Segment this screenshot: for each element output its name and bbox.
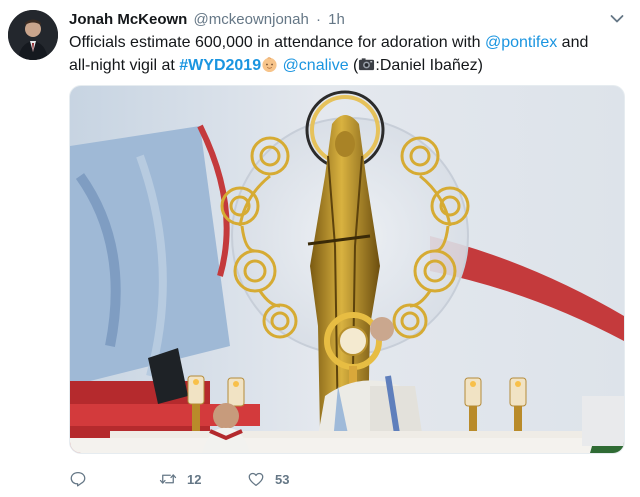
tweet-header: Jonah McKeown @mckeownjonah · 1h (69, 10, 620, 30)
reply-icon (70, 471, 86, 487)
tweet-text-part: ( (348, 57, 359, 74)
mention-pontifex[interactable]: @pontifex (485, 34, 557, 51)
tweet-text-part: Officials estimate 600,000 in attendance… (69, 34, 485, 51)
timestamp[interactable]: 1h (328, 11, 345, 28)
retweet-button[interactable]: 12 (159, 468, 201, 490)
like-button[interactable]: 53 (247, 468, 289, 490)
tweet-actions: 12 53 (69, 468, 469, 490)
heart-icon (248, 472, 264, 487)
like-count: 53 (275, 471, 290, 487)
baby-face-emoji (262, 57, 277, 73)
mention-cnalive[interactable]: @cnalive (283, 57, 349, 74)
tweet-text: Officials estimate 600,000 in attendance… (69, 31, 614, 77)
tweet-text-part: :Daniel Ibañez) (375, 57, 484, 74)
camera-emoji (359, 58, 375, 71)
chevron-down-icon[interactable] (610, 14, 624, 24)
retweet-icon (159, 474, 177, 484)
author-handle[interactable]: @mckeownjonah (194, 11, 309, 28)
separator: · (316, 11, 321, 28)
hashtag-wyd2019[interactable]: #WYD2019 (179, 57, 261, 74)
avatar[interactable] (8, 10, 58, 60)
photo-adoration-scene (70, 86, 624, 453)
author-name[interactable]: Jonah McKeown (69, 11, 187, 28)
reply-button[interactable] (69, 468, 97, 490)
tweet: Jonah McKeown @mckeownjonah · 1h Officia… (0, 0, 640, 497)
retweet-count: 12 (187, 471, 202, 487)
tweet-photo[interactable] (69, 85, 625, 454)
